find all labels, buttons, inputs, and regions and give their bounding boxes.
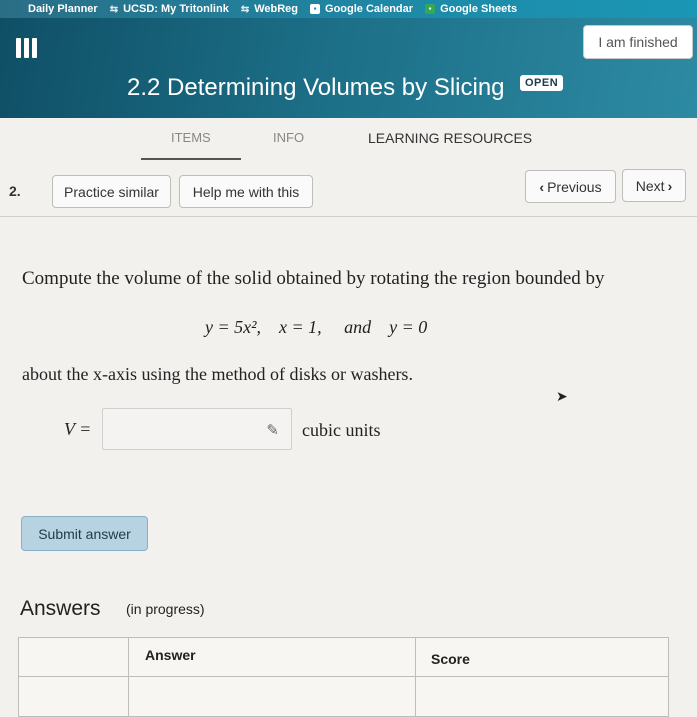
bookmark-label: Google Sheets	[440, 3, 518, 15]
chevron-right-icon: ›	[667, 177, 673, 194]
answer-label: V =	[64, 419, 92, 439]
answers-table: Answer Score	[18, 637, 669, 717]
divider	[0, 216, 697, 217]
score-column-header: Score	[431, 651, 470, 667]
row-divider	[19, 676, 668, 677]
help-button[interactable]: Help me with this	[179, 175, 313, 208]
next-button[interactable]: Next ›	[622, 169, 686, 202]
bookmark-label: WebReg	[254, 3, 299, 15]
bookmark-google-calendar[interactable]: ▪ Google Calendar	[310, 3, 413, 15]
pencil-icon[interactable]: ✎	[266, 421, 279, 439]
column-divider	[128, 638, 129, 716]
tab-info[interactable]: INFO	[273, 130, 304, 145]
finished-button[interactable]: I am finished	[583, 25, 693, 59]
active-tab-indicator	[141, 158, 241, 160]
bookmark-label: Daily Planner	[28, 3, 98, 15]
bookmark-daily-planner[interactable]: Daily Planner	[28, 3, 98, 15]
answers-heading: Answers	[20, 597, 101, 620]
next-label: Next	[635, 177, 665, 194]
sheets-icon: ▪	[425, 4, 436, 14]
tab-items[interactable]: ITEMS	[171, 130, 211, 145]
problem-axis-text: about the x-axis using the method of dis…	[22, 364, 413, 384]
answer-column-header: Answer	[145, 647, 196, 663]
calendar-icon: ▪	[310, 4, 321, 14]
bookmarks-bar: Daily Planner ⇆ UCSD: My Tritonlink ⇆ We…	[0, 0, 697, 18]
volume-input[interactable]: ✎	[102, 408, 292, 450]
previous-button[interactable]: ‹ Previous	[525, 170, 616, 203]
problem-equation: y = 5x², x = 1, and y = 0	[205, 317, 428, 337]
previous-label: Previous	[547, 178, 602, 195]
mouse-cursor-icon: ➤	[556, 388, 568, 404]
bookmark-label: Google Calendar	[325, 3, 414, 15]
menu-icon[interactable]	[16, 38, 38, 60]
problem-prompt: Compute the volume of the solid obtained…	[22, 268, 605, 289]
link-icon: ⇆	[109, 3, 119, 15]
link-icon: ⇆	[240, 3, 250, 15]
bookmark-google-sheets[interactable]: ▪ Google Sheets	[425, 3, 517, 15]
tab-learning-resources[interactable]: LEARNING RESOURCES	[368, 130, 532, 146]
bookmark-webreg[interactable]: ⇆ WebReg	[241, 3, 298, 15]
assignment-header: 2.2 Determining Volumes by Slicing OPEN …	[0, 18, 697, 118]
answers-status: (in progress)	[126, 601, 205, 617]
bookmark-tritonlink[interactable]: ⇆ UCSD: My Tritonlink	[110, 3, 229, 15]
units-label: cubic units	[302, 420, 381, 440]
status-badge: OPEN	[520, 75, 564, 91]
question-number: 2.	[9, 183, 21, 199]
bookmark-label: UCSD: My Tritonlink	[123, 3, 229, 15]
practice-similar-button[interactable]: Practice similar	[52, 175, 171, 208]
column-divider	[415, 638, 416, 716]
page-title: 2.2 Determining Volumes by Slicing	[127, 74, 505, 101]
submit-answer-button[interactable]: Submit answer	[21, 516, 148, 551]
chevron-left-icon: ‹	[539, 178, 545, 195]
